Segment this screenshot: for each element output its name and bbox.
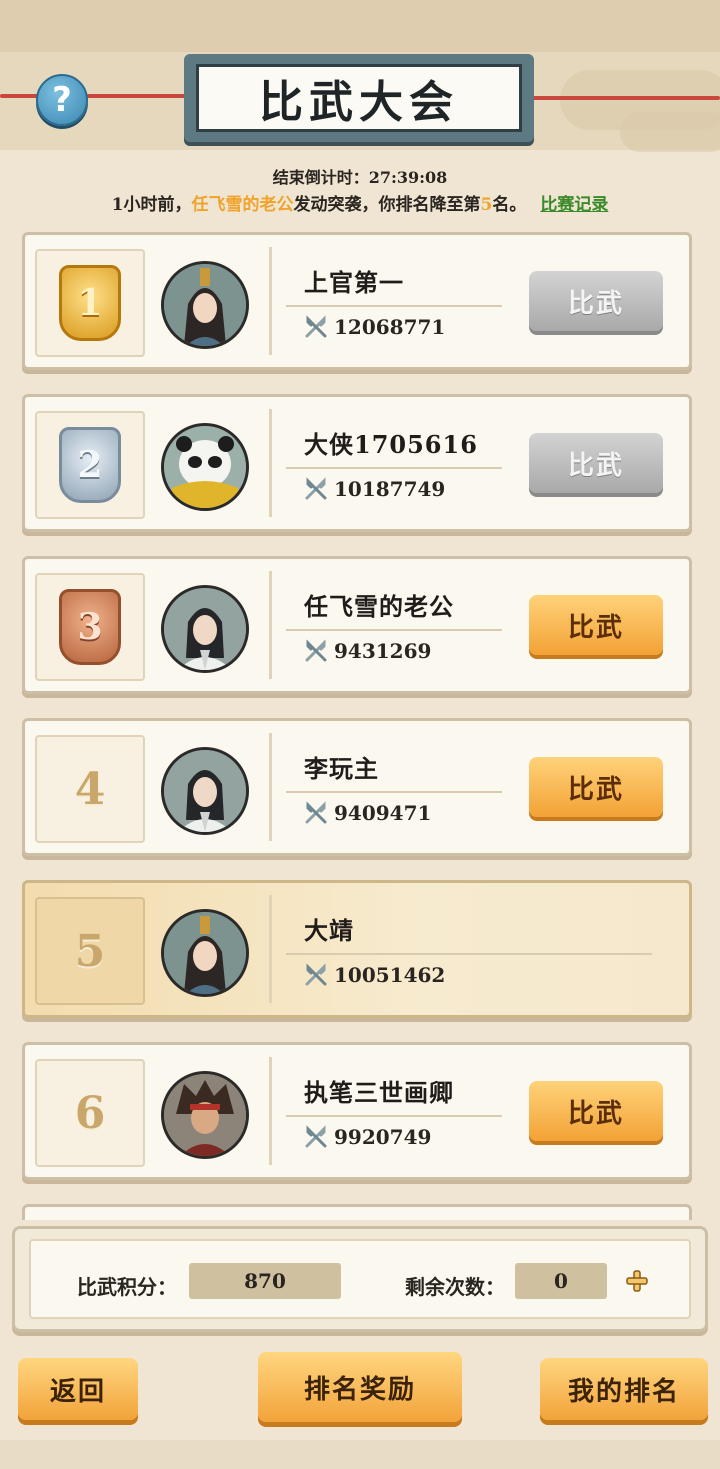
combat-power-value: 9409471 — [334, 801, 432, 825]
bronze-medal-icon: 3 — [59, 589, 121, 665]
player-avatar[interactable] — [161, 423, 249, 511]
news-ticker: 1小时前，任飞雪的老公发动突袭，你排名降至第5名。 比赛记录 — [0, 190, 720, 215]
divider — [286, 1115, 502, 1117]
news-rank: 5 — [480, 195, 493, 215]
combat-power: 12068771 — [304, 315, 445, 339]
page-title: 比武大会 — [196, 64, 522, 132]
ranking-row: 2 大侠1705616 10187749 比武 — [22, 394, 692, 532]
rank-number: 6 — [74, 1087, 106, 1139]
combat-power-value: 10187749 — [334, 477, 446, 501]
duel-button[interactable]: 比武 — [529, 1081, 663, 1141]
score-label: 比武积分： — [77, 1275, 177, 1299]
combat-power: 10187749 — [304, 477, 445, 501]
player-name: 李玩主 — [304, 754, 379, 783]
rank-box: 2 — [35, 411, 145, 519]
rank-number: 5 — [74, 925, 106, 977]
divider — [286, 305, 502, 307]
combat-power-value: 9920749 — [334, 1125, 432, 1149]
player-avatar[interactable] — [161, 1071, 249, 1159]
ranking-row: 3 任飞雪的老公 9431269 比武 — [22, 556, 692, 694]
player-name: 任飞雪的老公 — [304, 592, 454, 621]
rank-box: 5 — [35, 897, 145, 1005]
rank-box: 6 — [35, 1059, 145, 1167]
combat-power: 9409471 — [304, 801, 431, 825]
combat-power-value: 12068771 — [334, 315, 446, 339]
ranking-row-self: 5 大靖 10051462 — [22, 880, 692, 1018]
my-rank-button[interactable]: 我的排名 — [540, 1358, 708, 1420]
header-band — [0, 0, 720, 52]
add-attempts-icon[interactable] — [625, 1269, 649, 1293]
crossed-swords-icon — [305, 639, 327, 662]
player-name: 执笔三世画卿 — [304, 1078, 454, 1107]
crossed-swords-icon — [305, 963, 327, 986]
combat-power-value: 10051462 — [334, 963, 446, 987]
news-attacker: 任飞雪的老公 — [191, 195, 294, 215]
rope-right — [520, 96, 720, 100]
divider — [286, 791, 502, 793]
rank-box: 3 — [35, 573, 145, 681]
player-avatar[interactable] — [161, 909, 249, 997]
player-avatar[interactable] — [161, 585, 249, 673]
news-middle: 发动突袭，你排名降至第 — [293, 195, 481, 215]
ranking-row: 4 李玩主 9409471 比武 — [22, 718, 692, 856]
duel-button[interactable]: 比武 — [529, 271, 663, 331]
player-name: 上官第一 — [304, 268, 404, 297]
player-name: 大侠1705616 — [304, 430, 478, 459]
duel-button[interactable]: 比武 — [529, 757, 663, 817]
news-suffix: 名。 — [492, 195, 527, 215]
cloud-decoration — [620, 112, 720, 152]
combat-power: 9431269 — [304, 639, 431, 663]
remaining-label: 剩余次数： — [405, 1275, 505, 1299]
duel-button[interactable]: 比武 — [529, 595, 663, 655]
stats-inner: 比武积分： 870 剩余次数： 0 — [29, 1239, 691, 1319]
combat-power-value: 9431269 — [334, 639, 432, 663]
remaining-value: 0 — [515, 1263, 607, 1299]
player-avatar[interactable] — [161, 747, 249, 835]
divider — [286, 629, 502, 631]
bottom-wave-decoration — [0, 1440, 720, 1469]
ranking-row: 6 执笔三世画卿 9920749 比武 — [22, 1042, 692, 1180]
silver-medal-icon: 2 — [59, 427, 121, 503]
combat-power: 10051462 — [304, 963, 445, 987]
rope-left — [0, 94, 200, 98]
crossed-swords-icon — [305, 801, 327, 824]
rank-rewards-button[interactable]: 排名奖励 — [258, 1352, 462, 1422]
player-info: 大靖 10051462 — [269, 895, 672, 1003]
score-value: 870 — [189, 1263, 341, 1299]
title-plaque: 比武大会 — [184, 54, 534, 142]
help-button[interactable]: ? — [36, 74, 88, 126]
countdown-timer: 结束倒计时：27:39:08 — [272, 168, 448, 187]
player-name: 大靖 — [304, 916, 354, 945]
back-button[interactable]: 返回 — [18, 1358, 138, 1420]
crossed-swords-icon — [305, 477, 327, 500]
ranking-row: 1 上官第一 12068771 比武 — [22, 232, 692, 370]
stats-panel: 比武积分： 870 剩余次数： 0 — [12, 1226, 708, 1332]
crossed-swords-icon — [305, 1125, 327, 1148]
divider — [286, 467, 502, 469]
rank-number: 4 — [74, 763, 106, 815]
rank-box: 1 — [35, 249, 145, 357]
list-row-peek — [22, 1204, 692, 1220]
crossed-swords-icon — [305, 315, 327, 338]
combat-power: 9920749 — [304, 1125, 431, 1149]
divider — [286, 953, 652, 955]
duel-button[interactable]: 比武 — [529, 433, 663, 493]
gold-medal-icon: 1 — [59, 265, 121, 341]
match-record-link[interactable]: 比赛记录 — [540, 195, 608, 215]
news-prefix: 1小时前， — [111, 195, 192, 215]
rank-box: 4 — [35, 735, 145, 843]
player-avatar[interactable] — [161, 261, 249, 349]
